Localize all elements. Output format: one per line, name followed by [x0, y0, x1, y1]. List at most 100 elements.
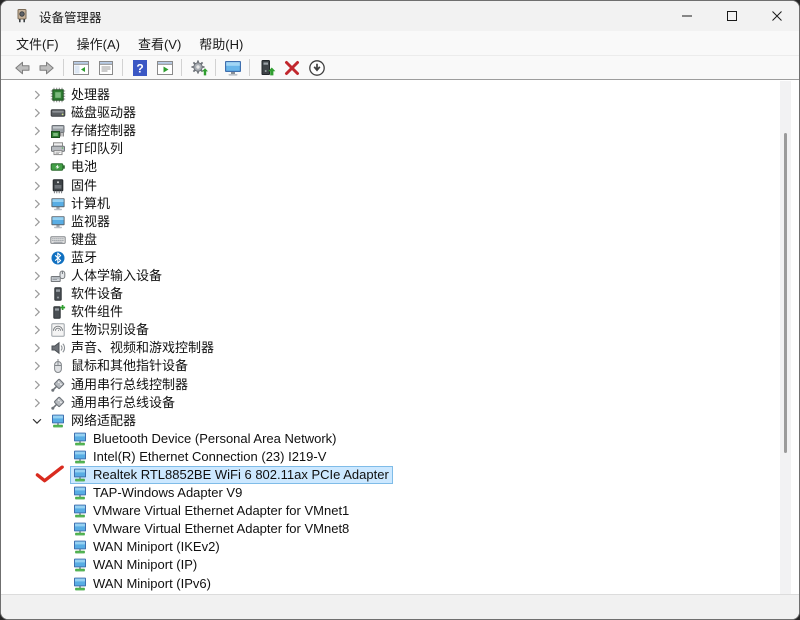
tree-item: 电池: [1, 158, 799, 176]
tree-item: 软件设备: [1, 285, 799, 303]
properties-button[interactable]: [93, 57, 118, 78]
action-pane-button[interactable]: [152, 57, 177, 78]
disable-device-button[interactable]: [304, 57, 329, 78]
menu-file[interactable]: 文件(F): [7, 32, 68, 55]
tree-item-target[interactable]: 处理器: [48, 86, 114, 104]
tree-item-target[interactable]: [70, 593, 92, 594]
uninstall-device-button[interactable]: [279, 57, 304, 78]
tree-item-selected[interactable]: Realtek RTL8852BE WiFi 6 802.11ax PCIe A…: [70, 466, 393, 484]
tree-item-target[interactable]: 固件: [48, 177, 101, 195]
chevron-right-icon[interactable]: [29, 196, 45, 212]
tree-item-target[interactable]: 网络适配器: [48, 412, 140, 430]
tree-item-target[interactable]: 通用串行总线设备: [48, 394, 179, 412]
maximize-button[interactable]: [709, 1, 754, 31]
tree-item-target[interactable]: 计算机: [48, 195, 114, 213]
tree-item-target[interactable]: 蓝牙: [48, 249, 101, 267]
tree-item-target[interactable]: 监视器: [48, 213, 114, 231]
update-driver-button[interactable]: [254, 57, 279, 78]
tree-item: 计算机: [1, 195, 799, 213]
tree-item-label: VMware Virtual Ethernet Adapter for VMne…: [93, 521, 349, 537]
tree-item-target[interactable]: WAN Miniport (IKEv2): [70, 538, 224, 556]
tree-item-label: 软件设备: [71, 286, 123, 302]
chevron-right-icon[interactable]: [29, 141, 45, 157]
computer-button[interactable]: [220, 57, 245, 78]
tree-item-target[interactable]: 软件设备: [48, 285, 127, 303]
chevron-right-icon[interactable]: [29, 87, 45, 103]
tree-item-target[interactable]: WAN Miniport (IP): [70, 556, 201, 574]
chevron-right-icon[interactable]: [29, 358, 45, 374]
tree-item-target[interactable]: 键盘: [48, 231, 101, 249]
tree-item: 通用串行总线设备: [1, 394, 799, 412]
chevron-right-icon[interactable]: [29, 250, 45, 266]
chevron-right-icon[interactable]: [29, 105, 45, 121]
menu-action[interactable]: 操作(A): [68, 32, 129, 55]
network-adapter-icon: [72, 539, 88, 555]
tree-item-label: 通用串行总线设备: [71, 395, 175, 411]
toolbar-separator: [122, 59, 123, 76]
tree-item: 固件: [1, 176, 799, 194]
tree-item-target[interactable]: 声音、视频和游戏控制器: [48, 339, 218, 357]
red-check-annotation: [35, 465, 66, 488]
tree-item-target[interactable]: 磁盘驱动器: [48, 104, 140, 122]
tree-item-target[interactable]: 打印队列: [48, 140, 127, 158]
chevron-down-icon[interactable]: [29, 413, 45, 429]
tree-item: 存储控制器: [1, 122, 799, 140]
chevron-right-icon[interactable]: [29, 286, 45, 302]
tree-item-label: Intel(R) Ethernet Connection (23) I219-V: [93, 449, 326, 465]
tree-item-target[interactable]: 电池: [48, 158, 101, 176]
tree-item: 打印队列: [1, 140, 799, 158]
back-button[interactable]: [9, 57, 34, 78]
tree-item-target[interactable]: TAP-Windows Adapter V9: [70, 484, 246, 502]
minimize-button[interactable]: [664, 1, 709, 31]
chevron-right-icon[interactable]: [29, 395, 45, 411]
chevron-right-icon[interactable]: [29, 322, 45, 338]
toolbar: ?: [1, 56, 799, 79]
chevron-right-icon[interactable]: [29, 159, 45, 175]
close-button[interactable]: [754, 1, 799, 31]
scan-hardware-changes-button[interactable]: [186, 57, 211, 78]
tree-item-target[interactable]: 软件组件: [48, 303, 127, 321]
forward-button[interactable]: [34, 57, 59, 78]
tree-item-target[interactable]: VMware Virtual Ethernet Adapter for VMne…: [70, 502, 353, 520]
tree-item-label: 处理器: [71, 87, 110, 103]
tree-item-target[interactable]: Intel(R) Ethernet Connection (23) I219-V: [70, 448, 330, 466]
help-button[interactable]: ?: [127, 57, 152, 78]
network-adapter-icon: [72, 449, 88, 465]
tree-item-label: 通用串行总线控制器: [71, 377, 188, 393]
tree-item: 监视器: [1, 213, 799, 231]
tree-item: TAP-Windows Adapter V9: [1, 484, 799, 502]
device-manager-icon: [14, 8, 30, 24]
device-tree-panel: 处理器磁盘驱动器存储控制器打印队列电池固件计算机监视器键盘蓝牙人体学输入设备软件…: [1, 79, 799, 594]
software-component-icon: [50, 304, 66, 320]
chevron-right-icon[interactable]: [29, 123, 45, 139]
chevron-right-icon[interactable]: [29, 214, 45, 230]
tree-item: VMware Virtual Ethernet Adapter for VMne…: [1, 520, 799, 538]
menu-view[interactable]: 查看(V): [129, 32, 190, 55]
vertical-scrollbar[interactable]: [780, 81, 791, 594]
audio-icon: [50, 340, 66, 356]
chevron-right-icon[interactable]: [29, 340, 45, 356]
tree-item-target[interactable]: 生物识别设备: [48, 321, 153, 339]
tree-item-target[interactable]: 通用串行总线控制器: [48, 376, 192, 394]
chevron-right-icon[interactable]: [29, 268, 45, 284]
chevron-right-icon[interactable]: [29, 232, 45, 248]
tree-item-label: 计算机: [71, 196, 110, 212]
tree-item-target[interactable]: 人体学输入设备: [48, 267, 166, 285]
tree-item-target[interactable]: WAN Miniport (IPv6): [70, 575, 215, 593]
tree-item-label: Bluetooth Device (Personal Area Network): [93, 431, 337, 447]
tree-item-target[interactable]: Bluetooth Device (Personal Area Network): [70, 430, 341, 448]
show-console-tree-button[interactable]: [68, 57, 93, 78]
tree-item-target[interactable]: 鼠标和其他指针设备: [48, 357, 192, 375]
toolbar-separator: [249, 59, 250, 76]
menu-help[interactable]: 帮助(H): [190, 32, 252, 55]
tree-item-target[interactable]: VMware Virtual Ethernet Adapter for VMne…: [70, 520, 353, 538]
status-bar: [1, 594, 799, 619]
tree-item-label: 监视器: [71, 214, 110, 230]
scrollbar-thumb[interactable]: [784, 133, 787, 453]
uninstall-device-icon: [282, 58, 302, 78]
tree-item-target[interactable]: 存储控制器: [48, 122, 140, 140]
network-adapter-icon: [72, 521, 88, 537]
chevron-right-icon[interactable]: [29, 178, 45, 194]
chevron-right-icon[interactable]: [29, 304, 45, 320]
chevron-right-icon[interactable]: [29, 377, 45, 393]
